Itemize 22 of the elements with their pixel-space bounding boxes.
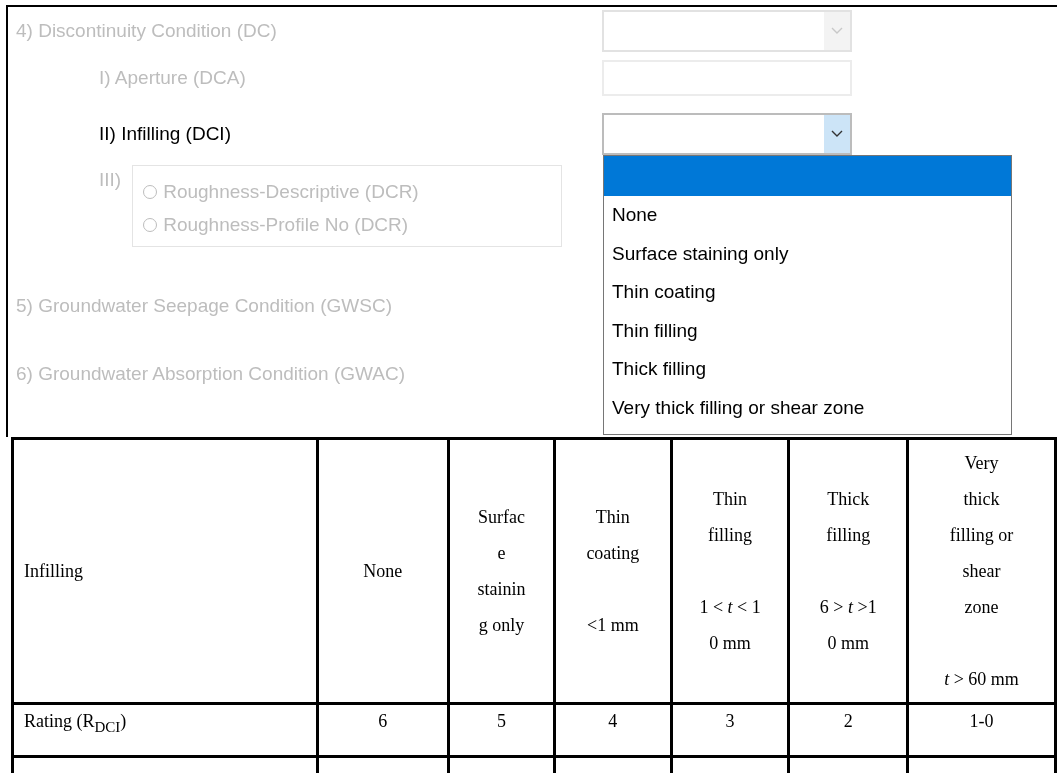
table-cell: 4 [554,703,672,757]
header-cell: None [317,438,449,704]
header-cell: Thin coating <1 mm [554,438,672,704]
header-cell: Thick filling 6 > t >1 0 mm [788,438,908,704]
field-label: 6) Groundwater Absorption Condition (GWAC) [16,363,406,385]
header-cell: Thin filling 1 < t < 1 0 mm [671,438,789,704]
chevron-down-icon [831,27,843,35]
field-label: II) Infilling (DCI) [98,123,232,145]
table-cell: 1-0 [907,703,1056,757]
table-cell: Rating (R$_{DCI}$) [12,703,318,757]
chevron-down-icon [831,130,843,138]
field-label: III) [98,168,122,191]
table-cell: 2 [788,703,908,757]
field-label: I) Aperture (DCA) [98,67,247,89]
field-label: 4) Discontinuity Condition (DC) [16,20,278,42]
table-cell: 5 [448,703,555,757]
header-cell: Surfac e stainin g only [448,438,555,704]
field-label: 5) Groundwater Seepage Condition (GWSC) [16,295,393,317]
table-cell: 3 [671,703,789,757]
header-cell: Infilling [12,438,318,704]
header-cell: Very thick filling or shear zone t > 60 mm [907,438,1056,704]
table-cell: 6 [317,703,449,757]
